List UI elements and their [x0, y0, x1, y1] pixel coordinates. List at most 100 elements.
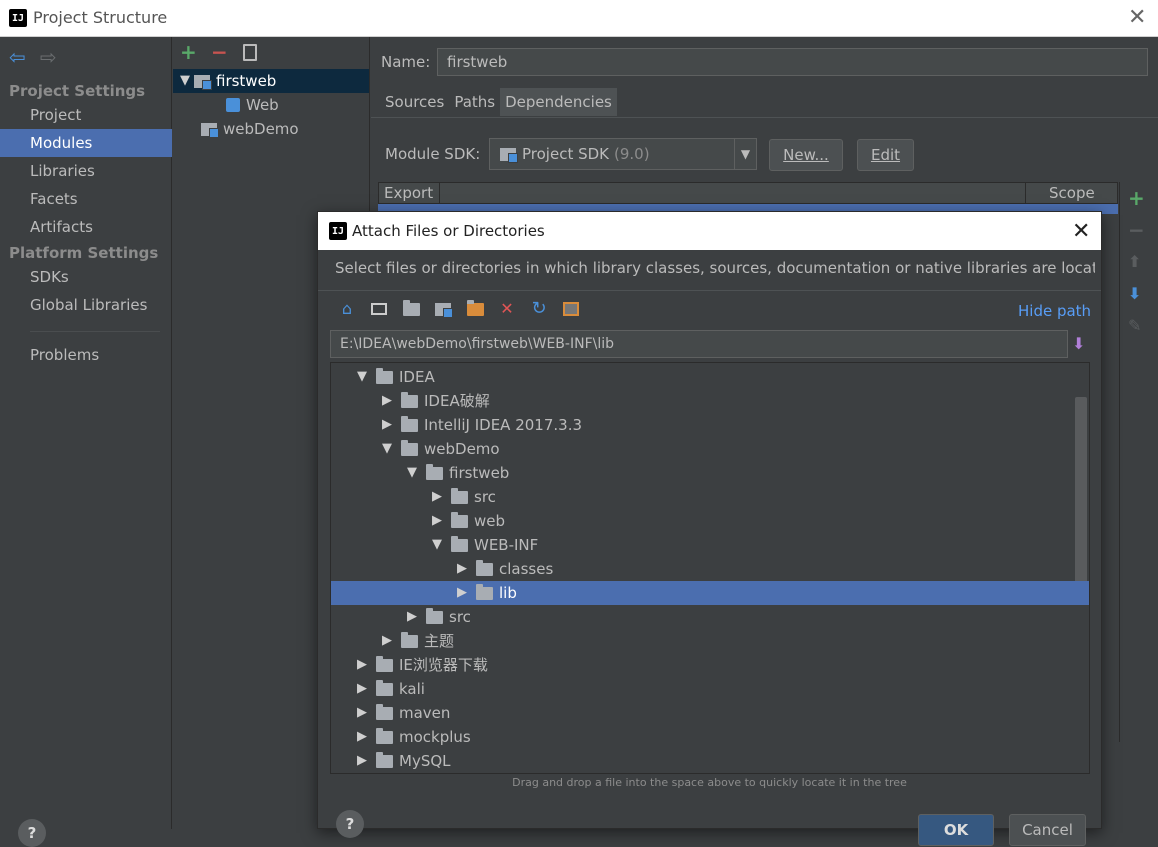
expand-arrow-icon[interactable]: ▶	[428, 509, 446, 533]
sidebar-item-libraries[interactable]: Libraries	[0, 157, 172, 185]
sidebar-item-facets[interactable]: Facets	[0, 185, 172, 213]
sidebar-item-artifacts[interactable]: Artifacts	[0, 213, 172, 241]
export-column-header[interactable]: Export	[384, 184, 433, 202]
copy-module-icon[interactable]	[243, 44, 257, 61]
folder-icon	[401, 391, 418, 408]
expand-arrow-icon[interactable]: ▼	[176, 69, 194, 93]
file-tree-row[interactable]: ▼ webDemo	[331, 437, 1076, 461]
collapse-arrow-icon[interactable]: ▼	[378, 437, 396, 461]
file-tree-row[interactable]: ▶ lib	[331, 581, 1089, 605]
expand-arrow-icon[interactable]: ▶	[378, 413, 396, 437]
file-tree-row[interactable]: ▶ maven	[331, 701, 1076, 725]
close-window-icon[interactable]: ✕	[1128, 7, 1146, 29]
close-dialog-icon[interactable]: ✕	[1072, 221, 1090, 243]
folder-icon	[476, 583, 493, 600]
module-folder-icon[interactable]	[432, 298, 454, 320]
expand-arrow-icon[interactable]: ▶	[453, 557, 471, 581]
module-tree-item[interactable]: Web	[173, 93, 369, 117]
refresh-icon[interactable]: ↻	[528, 298, 550, 320]
expand-arrow-icon[interactable]: ▶	[353, 677, 371, 701]
cancel-button[interactable]: Cancel	[1009, 814, 1086, 846]
hide-path-link[interactable]: Hide path	[1018, 302, 1091, 320]
module-name-field[interactable]: firstweb	[437, 48, 1148, 76]
expand-arrow-icon[interactable]: ▶	[353, 749, 371, 773]
folder-icon	[376, 751, 393, 768]
file-tree-row[interactable]: ▶ web	[331, 509, 1076, 533]
file-tree-row[interactable]: ▶ IDEA破解	[331, 389, 1076, 413]
folder-label: 主题	[424, 632, 455, 650]
collapse-arrow-icon[interactable]: ▼	[428, 533, 446, 557]
module-sdk-select[interactable]: Project SDK (9.0) ▼	[489, 138, 757, 170]
module-tree-item[interactable]: ▼ firstweb	[173, 69, 369, 93]
file-tree-row[interactable]: ▶ IntelliJ IDEA 2017.3.3	[331, 413, 1076, 437]
move-down-icon[interactable]: ⬇	[1128, 284, 1141, 304]
module-tree-item[interactable]: webDemo	[173, 117, 369, 141]
sidebar-item-project[interactable]: Project	[0, 101, 172, 129]
expand-arrow-icon[interactable]: ▶	[353, 725, 371, 749]
expand-arrow-icon[interactable]: ▶	[403, 605, 421, 629]
expand-arrow-icon[interactable]: ▶	[378, 389, 396, 413]
folder-icon	[426, 607, 443, 624]
remove-module-icon[interactable]: −	[211, 42, 228, 62]
expand-arrow-icon[interactable]: ▶	[453, 581, 471, 605]
remove-dependency-icon[interactable]: −	[1128, 220, 1145, 240]
tab-sources[interactable]: Sources	[380, 88, 449, 116]
add-dependency-icon[interactable]: +	[1128, 188, 1145, 208]
file-tree-row[interactable]: ▼ WEB-INF	[331, 533, 1076, 557]
scope-column-header[interactable]: Scope	[1049, 184, 1095, 202]
chevron-down-icon[interactable]: ▼	[734, 139, 756, 169]
delete-icon[interactable]: ✕	[496, 298, 518, 320]
edit-sdk-button[interactable]: Edit	[857, 139, 914, 171]
sidebar-item-modules[interactable]: Modules	[0, 129, 172, 157]
folder-icon	[376, 655, 393, 672]
add-module-icon[interactable]: +	[180, 42, 197, 62]
show-hidden-icon[interactable]	[560, 298, 582, 320]
column-divider	[1025, 183, 1026, 203]
file-tree-row[interactable]: ▼ firstweb	[331, 461, 1076, 485]
folder-label: maven	[399, 704, 451, 722]
sidebar-item-global-libraries[interactable]: Global Libraries	[0, 291, 172, 319]
home-icon[interactable]: ⌂	[336, 298, 358, 320]
file-tree-row[interactable]: ▶ src	[331, 485, 1076, 509]
collapse-arrow-icon[interactable]: ▼	[403, 461, 421, 485]
forward-arrow-icon[interactable]: ⇨	[40, 47, 57, 67]
file-tree-row[interactable]: ▶ MySQL	[331, 749, 1076, 773]
help-icon[interactable]: ?	[336, 810, 364, 838]
folder-label: IntelliJ IDEA 2017.3.3	[424, 416, 583, 434]
ok-button[interactable]: OK	[918, 814, 994, 846]
expand-arrow-icon[interactable]: ▶	[378, 629, 396, 653]
settings-sidebar: ⇦ ⇨ Project Settings Project Modules Libra…	[0, 37, 172, 847]
file-tree-row[interactable]: ▶ src	[331, 605, 1076, 629]
sidebar-item-sdks[interactable]: SDKs	[0, 263, 172, 291]
folder-label: classes	[499, 560, 554, 578]
intellij-logo-icon: IJ	[9, 9, 27, 27]
folder-icon	[376, 679, 393, 696]
edit-pencil-icon[interactable]: ✎	[1128, 316, 1141, 336]
name-label: Name:	[381, 53, 431, 71]
file-tree-row[interactable]: ▼ IDEA	[331, 365, 1076, 389]
expand-arrow-icon[interactable]: ▶	[353, 701, 371, 725]
description-divider	[318, 290, 1101, 291]
tree-scrollbar-thumb[interactable]	[1075, 397, 1087, 593]
help-icon[interactable]: ?	[18, 819, 46, 847]
file-tree-row[interactable]: ▶ IE浏览器下载	[331, 653, 1076, 677]
new-folder-icon[interactable]	[464, 298, 486, 320]
expand-arrow-icon[interactable]: ▶	[353, 653, 371, 677]
path-input[interactable]: E:\IDEA\webDemo\firstweb\WEB-INF\lib	[330, 330, 1068, 358]
file-tree-row[interactable]: ▶ kali	[331, 677, 1076, 701]
sidebar-item-problems[interactable]: Problems	[0, 341, 172, 369]
file-tree-row[interactable]: ▶ mockplus	[331, 725, 1076, 749]
collapse-arrow-icon[interactable]: ▼	[353, 365, 371, 389]
back-arrow-icon[interactable]: ⇦	[9, 47, 26, 67]
folder-label: webDemo	[424, 440, 500, 458]
new-sdk-button[interactable]: New...	[769, 139, 843, 171]
move-up-icon[interactable]: ⬆	[1128, 252, 1141, 272]
history-icon[interactable]: ⬇	[1072, 334, 1088, 354]
project-folder-icon[interactable]	[400, 298, 422, 320]
expand-arrow-icon[interactable]: ▶	[428, 485, 446, 509]
file-tree-row[interactable]: ▶ 主题	[331, 629, 1076, 653]
file-tree-row[interactable]: ▶ classes	[331, 557, 1076, 581]
desktop-icon[interactable]	[368, 298, 390, 320]
tab-paths[interactable]: Paths	[449, 88, 500, 116]
tab-dependencies[interactable]: Dependencies	[500, 88, 617, 116]
